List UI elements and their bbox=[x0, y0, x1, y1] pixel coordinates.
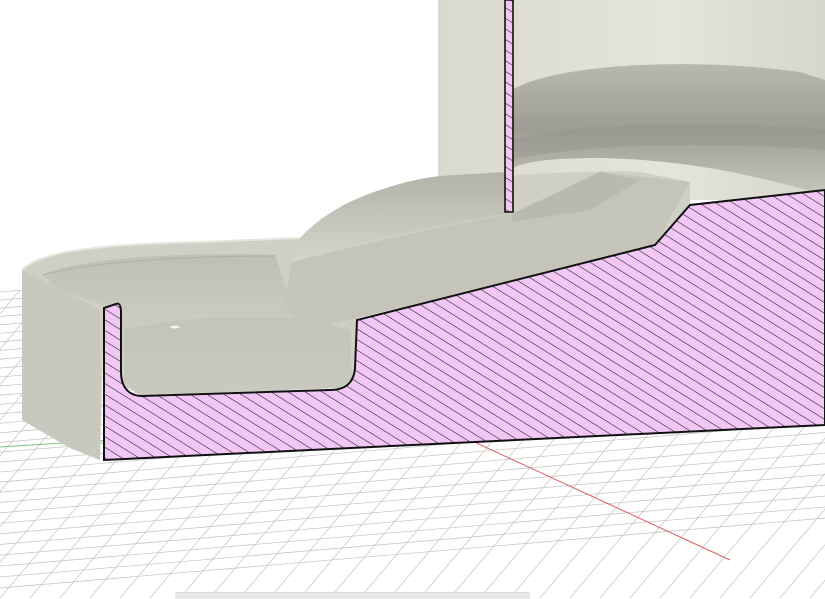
wall-section-cut bbox=[504, 0, 514, 213]
3d-viewport[interactable] bbox=[0, 0, 825, 598]
surface-highlight bbox=[170, 325, 180, 329]
grid-line bbox=[0, 463, 825, 535]
grid-line bbox=[0, 452, 825, 524]
rear-tower-body bbox=[438, 0, 825, 200]
grid-line bbox=[0, 517, 825, 589]
grid-line bbox=[0, 484, 825, 556]
grid-line bbox=[0, 474, 825, 545]
grid-line bbox=[0, 506, 825, 578]
grid-line bbox=[0, 495, 825, 567]
x-axis-line bbox=[469, 439, 731, 561]
